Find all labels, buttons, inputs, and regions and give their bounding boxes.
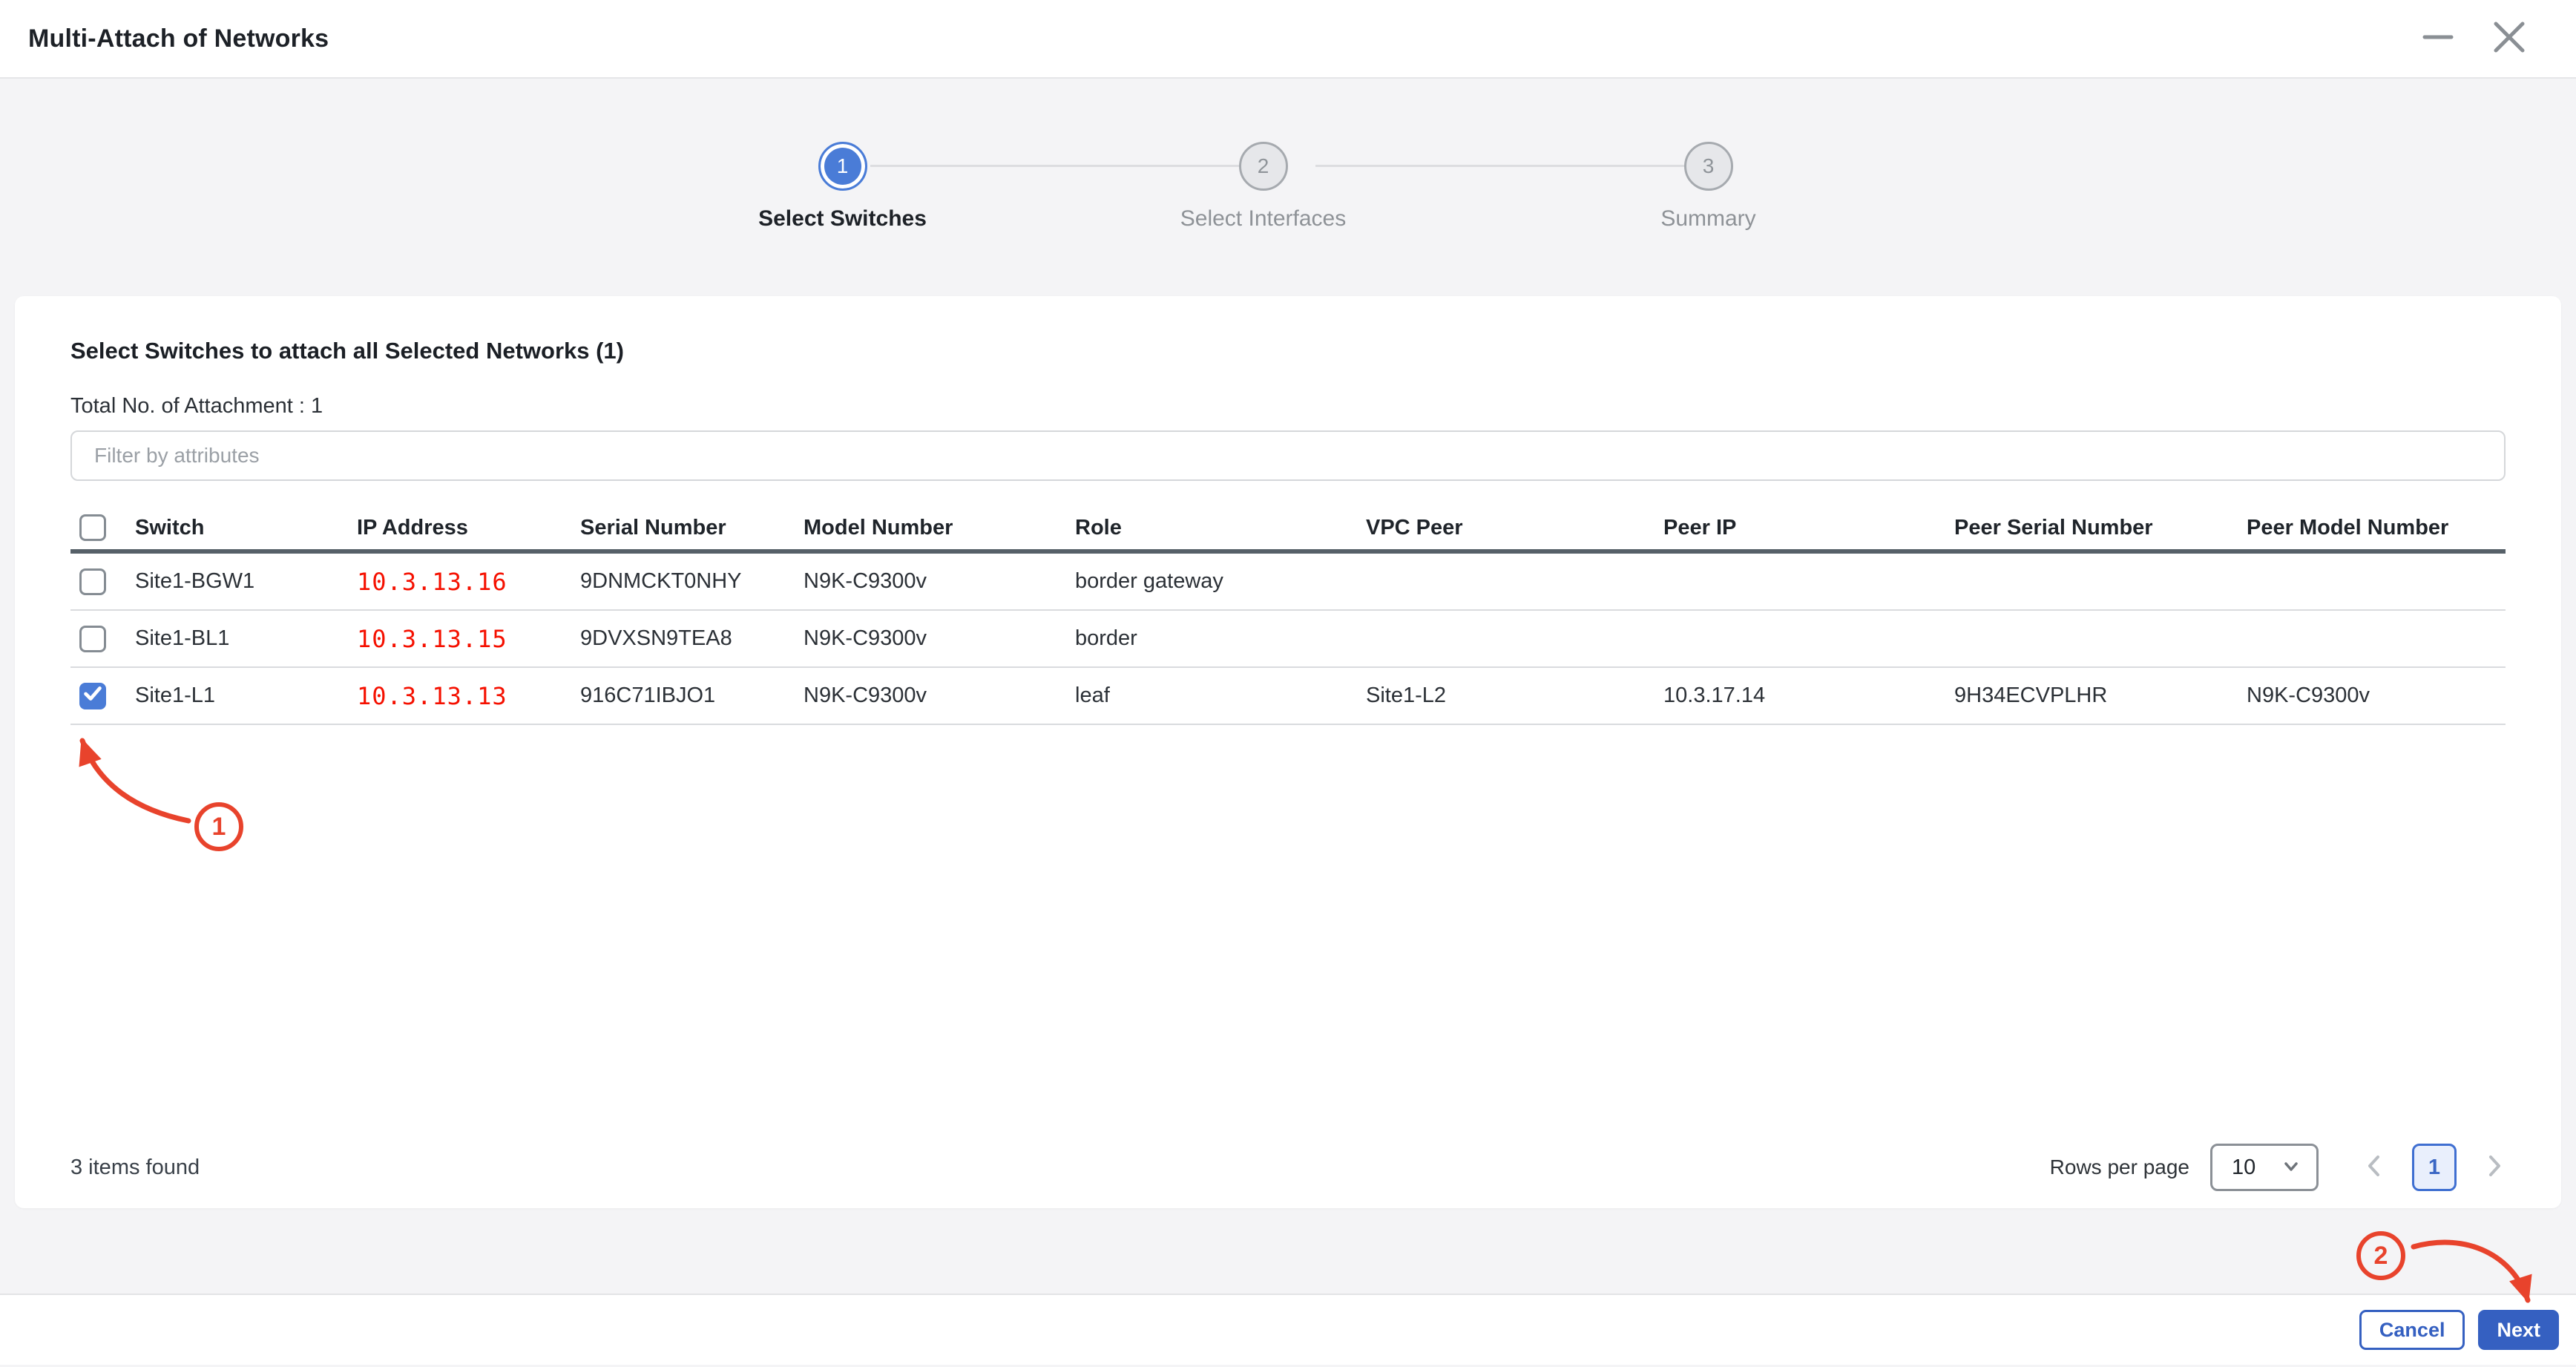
serial-number: 9DVXSN9TEA8 — [580, 626, 804, 651]
column-header-serial-number: Serial Number — [580, 516, 804, 540]
step-2-circle[interactable]: 2 — [1239, 142, 1288, 191]
step-connector — [870, 165, 1261, 167]
column-header-peer-ip: Peer IP — [1663, 516, 1954, 540]
switch-name: Site1-BGW1 — [135, 569, 357, 594]
chevron-right-icon — [2483, 1153, 2506, 1182]
table-row[interactable]: Site1-BL1 10.3.13.15 9DVXSN9TEA8 N9K-C93… — [70, 611, 2506, 668]
rows-per-page-select[interactable]: 10 — [2210, 1144, 2319, 1191]
next-page-button[interactable] — [2483, 1153, 2506, 1182]
serial-number: 916C71IBJO1 — [580, 684, 804, 708]
action-footer: Cancel Next — [0, 1294, 2576, 1365]
annotation-badge-1: 1 — [194, 802, 243, 851]
step-3-label: Summary — [1545, 206, 1872, 232]
column-header-role: Role — [1075, 516, 1366, 540]
multi-attach-dialog: Multi-Attach of Networks 1 2 — [0, 0, 2576, 1367]
filter-input[interactable] — [70, 430, 2506, 481]
rows-per-page-label: Rows per page — [2050, 1155, 2189, 1179]
cancel-button[interactable]: Cancel — [2359, 1310, 2465, 1350]
checkmark-icon — [80, 683, 105, 709]
step-1-circle[interactable]: 1 — [818, 142, 867, 191]
chevron-down-icon — [2281, 1155, 2301, 1180]
step-1-number: 1 — [837, 154, 849, 178]
pagination-controls: Rows per page 10 1 — [2050, 1144, 2506, 1191]
close-button[interactable] — [2491, 21, 2527, 56]
role: border — [1075, 626, 1366, 651]
select-switches-panel: Select Switches to attach all Selected N… — [15, 296, 2561, 1208]
spacer — [0, 1208, 2576, 1294]
ip-address: 10.3.13.13 — [357, 682, 580, 710]
model-number: N9K-C9300v — [804, 626, 1075, 651]
panel-heading: Select Switches to attach all Selected N… — [70, 338, 2506, 364]
items-found-label: 3 items found — [70, 1155, 200, 1180]
table-header-row: Switch IP Address Serial Number Model Nu… — [70, 506, 2506, 554]
column-header-ip-address: IP Address — [357, 516, 580, 540]
minimize-button[interactable] — [2420, 21, 2456, 56]
switch-name: Site1-L1 — [135, 684, 357, 708]
column-header-switch: Switch — [135, 516, 357, 540]
step-3-number: 3 — [1703, 154, 1715, 178]
row-checkbox[interactable] — [79, 683, 106, 709]
row-checkbox[interactable] — [79, 568, 106, 595]
ip-address: 10.3.13.16 — [357, 568, 580, 596]
step-2-label: Select Interfaces — [1100, 206, 1427, 232]
switches-table: Switch IP Address Serial Number Model Nu… — [70, 506, 2506, 1127]
column-header-peer-model-number: Peer Model Number — [2247, 516, 2506, 540]
column-header-peer-serial-number: Peer Serial Number — [1954, 516, 2247, 540]
switch-name: Site1-BL1 — [135, 626, 357, 651]
close-icon — [2490, 18, 2529, 60]
table-footer: 3 items found Rows per page 10 1 — [70, 1127, 2506, 1208]
table-row[interactable]: Site1-L1 10.3.13.13 916C71IBJO1 N9K-C930… — [70, 668, 2506, 725]
peer-serial-number: 9H34ECVPLHR — [1954, 684, 2247, 708]
table-row[interactable]: Site1-BGW1 10.3.13.16 9DNMCKT0NHY N9K-C9… — [70, 554, 2506, 611]
peer-ip: 10.3.17.14 — [1663, 684, 1954, 708]
model-number: N9K-C9300v — [804, 684, 1075, 708]
dialog-header: Multi-Attach of Networks — [0, 0, 2576, 79]
next-button[interactable]: Next — [2478, 1310, 2559, 1350]
peer-model-number: N9K-C9300v — [2247, 684, 2506, 708]
dialog-title: Multi-Attach of Networks — [28, 24, 329, 53]
row-checkbox[interactable] — [79, 626, 106, 652]
step-2-number: 2 — [1258, 154, 1269, 178]
rows-per-page-value: 10 — [2232, 1155, 2255, 1180]
window-controls — [2420, 21, 2527, 56]
select-all-checkbox[interactable] — [79, 514, 106, 541]
role: leaf — [1075, 684, 1366, 708]
minimize-icon — [2419, 18, 2457, 60]
ip-address: 10.3.13.15 — [357, 625, 580, 653]
chevron-left-icon — [2363, 1153, 2385, 1182]
annotation-badge-2: 2 — [2356, 1231, 2405, 1280]
step-connector — [1315, 165, 1706, 167]
step-1-label: Select Switches — [680, 206, 1006, 232]
column-header-model-number: Model Number — [804, 516, 1075, 540]
wizard-stepper: 1 2 3 Select Switches Select Interfaces … — [0, 79, 2576, 296]
serial-number: 9DNMCKT0NHY — [580, 569, 804, 594]
step-3-circle[interactable]: 3 — [1684, 142, 1733, 191]
page-number-button[interactable]: 1 — [2412, 1144, 2457, 1191]
vpc-peer: Site1-L2 — [1366, 684, 1663, 708]
model-number: N9K-C9300v — [804, 569, 1075, 594]
role: border gateway — [1075, 569, 1366, 594]
total-attachments-label: Total No. of Attachment : 1 — [70, 394, 2506, 419]
previous-page-button[interactable] — [2363, 1153, 2385, 1182]
column-header-vpc-peer: VPC Peer — [1366, 516, 1663, 540]
